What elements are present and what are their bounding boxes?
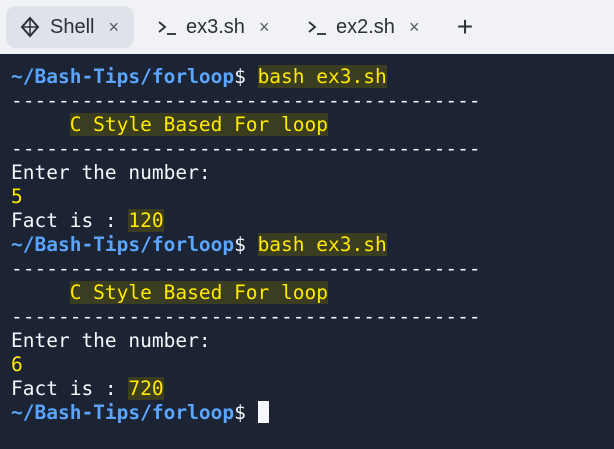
tab-label: Shell bbox=[50, 15, 95, 38]
terminal-icon bbox=[306, 17, 328, 37]
banner-line: C Style Based For loop bbox=[11, 281, 328, 305]
prompt-dollar: $ bbox=[234, 401, 246, 424]
fact-value: 720 bbox=[128, 377, 164, 400]
banner-text: C Style Based For loop bbox=[69, 113, 328, 136]
terminal-output[interactable]: ~/Bash-Tips/forloop$ bash ex3.sh -------… bbox=[0, 54, 614, 449]
divider-line: ---------------------------------------- bbox=[11, 137, 481, 160]
divider-line: ---------------------------------------- bbox=[11, 257, 481, 280]
banner-text: C Style Based For loop bbox=[69, 281, 328, 304]
text-cursor bbox=[257, 401, 269, 423]
result-line: Fact is : 120 bbox=[11, 209, 164, 233]
banner-line: C Style Based For loop bbox=[11, 113, 328, 137]
tab-bar: Shell × ex3.sh × ex2.sh × + bbox=[0, 0, 614, 54]
close-icon[interactable]: × bbox=[108, 17, 119, 38]
terminal-icon bbox=[156, 17, 178, 37]
prompt-line: ~/Bash-Tips/forloop$ bash ex3.sh bbox=[11, 233, 387, 257]
user-input: 5 bbox=[11, 185, 23, 208]
result-line: Fact is : 720 bbox=[11, 377, 164, 401]
enter-prompt: Enter the number: bbox=[11, 329, 211, 352]
prompt-path: ~/Bash-Tips/forloop bbox=[11, 401, 235, 424]
tab-shell[interactable]: Shell × bbox=[6, 6, 134, 48]
close-icon[interactable]: × bbox=[259, 17, 270, 38]
add-tab-button[interactable]: + bbox=[452, 12, 478, 42]
fact-value: 120 bbox=[128, 209, 164, 232]
divider-line: ---------------------------------------- bbox=[11, 89, 481, 112]
tab-ex2[interactable]: ex2.sh × bbox=[306, 6, 419, 48]
prompt-line: ~/Bash-Tips/forloop$ bbox=[11, 401, 269, 425]
fact-label: Fact is : bbox=[11, 377, 129, 400]
tab-label: ex3.sh bbox=[186, 15, 245, 38]
prompt-path: ~/Bash-Tips/forloop bbox=[11, 233, 235, 256]
shell-icon bbox=[18, 16, 42, 38]
command-text: bash ex3.sh bbox=[257, 65, 387, 88]
prompt-path: ~/Bash-Tips/forloop bbox=[11, 65, 235, 88]
close-icon[interactable]: × bbox=[409, 17, 420, 38]
tab-label: ex2.sh bbox=[336, 15, 395, 38]
prompt-line: ~/Bash-Tips/forloop$ bash ex3.sh bbox=[11, 65, 387, 89]
fact-label: Fact is : bbox=[11, 209, 129, 232]
tab-ex3[interactable]: ex3.sh × bbox=[156, 6, 269, 48]
prompt-dollar: $ bbox=[234, 233, 246, 256]
divider-line: ---------------------------------------- bbox=[11, 305, 481, 328]
enter-prompt: Enter the number: bbox=[11, 161, 211, 184]
command-text: bash ex3.sh bbox=[257, 233, 387, 256]
user-input: 6 bbox=[11, 353, 23, 376]
prompt-dollar: $ bbox=[234, 65, 246, 88]
